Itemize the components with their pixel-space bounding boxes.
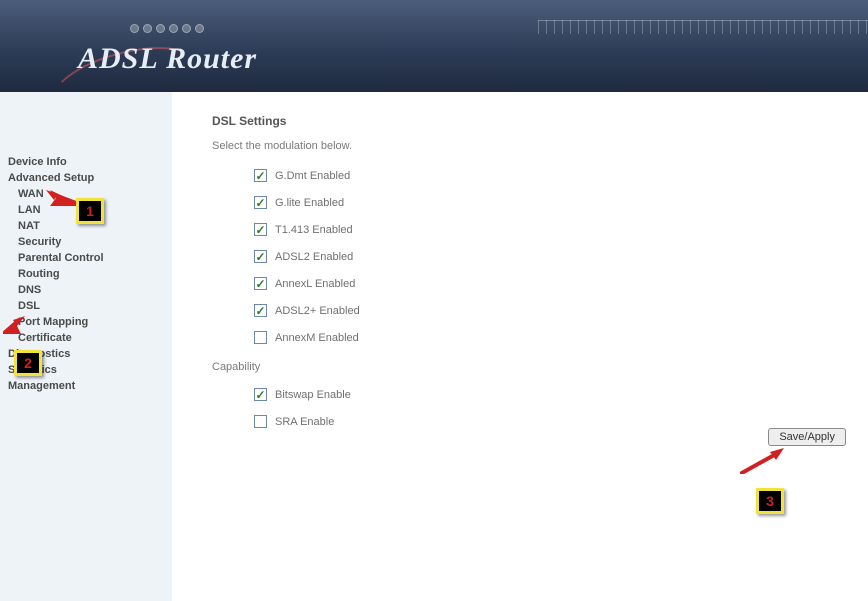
- modulation-row: ADSL2+ Enabled: [254, 297, 846, 324]
- modulation-label[interactable]: ADSL2 Enabled: [275, 251, 353, 263]
- capability-list: Bitswap Enable SRA Enable: [254, 381, 846, 435]
- modulation-row: AnnexL Enabled: [254, 270, 846, 297]
- sidebar-item-management[interactable]: Management: [8, 378, 172, 394]
- sidebar-item-dns[interactable]: DNS: [8, 282, 172, 298]
- header-banner: ADSL Router: [0, 0, 868, 92]
- capability-row: Bitswap Enable: [254, 381, 846, 408]
- main-content: DSL Settings Select the modulation below…: [172, 92, 868, 601]
- sidebar-nav: Device InfoAdvanced SetupWANLANNATSecuri…: [0, 92, 172, 601]
- modulation-checkbox[interactable]: [254, 250, 267, 263]
- annotation-callout-2: 2: [14, 350, 42, 376]
- annotation-number-1: 1: [86, 203, 94, 219]
- product-title: ADSL Router: [78, 42, 257, 76]
- modulation-checkbox[interactable]: [254, 331, 267, 344]
- sidebar-item-certificate[interactable]: Certificate: [8, 330, 172, 346]
- instruction-text: Select the modulation below.: [212, 140, 846, 152]
- modulation-list: G.Dmt Enabled G.lite Enabled T1.413 Enable…: [254, 162, 846, 351]
- capability-row: SRA Enable: [254, 408, 846, 435]
- modulation-checkbox[interactable]: [254, 304, 267, 317]
- sidebar-item-parental-control[interactable]: Parental Control: [8, 250, 172, 266]
- annotation-arrow-3: [740, 448, 784, 474]
- modulation-label[interactable]: AnnexL Enabled: [275, 278, 355, 290]
- capability-label[interactable]: Bitswap Enable: [275, 389, 351, 401]
- modulation-label[interactable]: AnnexM Enabled: [275, 332, 359, 344]
- annotation-callout-3: 3: [756, 488, 784, 514]
- modulation-checkbox[interactable]: [254, 277, 267, 290]
- save-apply-button[interactable]: Save/Apply: [768, 428, 846, 446]
- capability-heading: Capability: [212, 361, 846, 373]
- modulation-label[interactable]: G.lite Enabled: [275, 197, 344, 209]
- decorative-dots: [130, 24, 204, 33]
- sidebar-item-security[interactable]: Security: [8, 234, 172, 250]
- capability-checkbox[interactable]: [254, 388, 267, 401]
- modulation-checkbox[interactable]: [254, 196, 267, 209]
- modulation-checkbox[interactable]: [254, 169, 267, 182]
- annotation-number-2: 2: [24, 355, 32, 371]
- modulation-label[interactable]: G.Dmt Enabled: [275, 170, 350, 182]
- modulation-label[interactable]: ADSL2+ Enabled: [275, 305, 360, 317]
- page-title: DSL Settings: [212, 114, 846, 128]
- annotation-callout-1: 1: [76, 198, 104, 224]
- modulation-checkbox[interactable]: [254, 223, 267, 236]
- decorative-ruler: [538, 20, 868, 34]
- sidebar-item-advanced-setup[interactable]: Advanced Setup: [8, 170, 172, 186]
- modulation-row: AnnexM Enabled: [254, 324, 846, 351]
- modulation-row: T1.413 Enabled: [254, 216, 846, 243]
- capability-label[interactable]: SRA Enable: [275, 416, 334, 428]
- sidebar-item-dsl[interactable]: DSL: [8, 298, 172, 314]
- sidebar-item-device-info[interactable]: Device Info: [8, 154, 172, 170]
- modulation-row: ADSL2 Enabled: [254, 243, 846, 270]
- modulation-row: G.lite Enabled: [254, 189, 846, 216]
- sidebar-item-port-mapping[interactable]: Port Mapping: [8, 314, 172, 330]
- modulation-label[interactable]: T1.413 Enabled: [275, 224, 353, 236]
- modulation-row: G.Dmt Enabled: [254, 162, 846, 189]
- annotation-number-3: 3: [766, 493, 774, 509]
- annotation-arrow-2: [3, 316, 25, 334]
- sidebar-item-routing[interactable]: Routing: [8, 266, 172, 282]
- capability-checkbox[interactable]: [254, 415, 267, 428]
